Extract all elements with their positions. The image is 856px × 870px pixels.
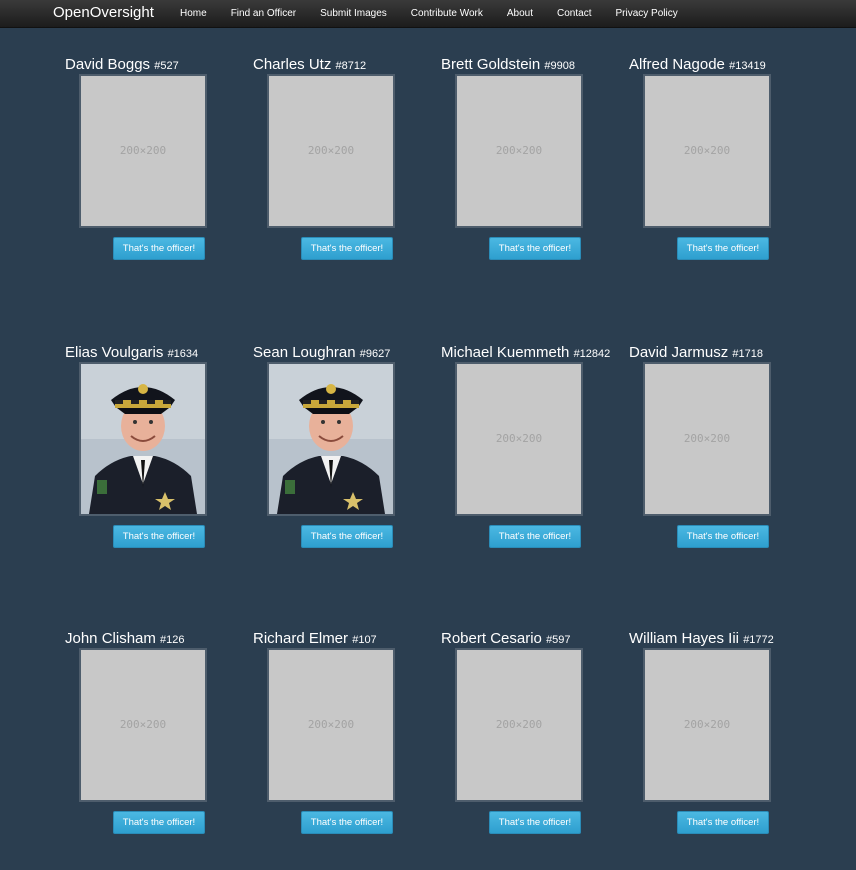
officer-name-text: David Boggs [65,56,151,73]
officer-photo: 200×200 [643,74,771,228]
thats-the-officer-button[interactable]: That's the officer! [301,811,393,834]
officer-photo [79,362,207,516]
officer-card: Richard Elmer #107 200×200 That's the offi… [253,630,433,870]
photo-placeholder-label: 200×200 [307,144,355,157]
officer-star-number: #1772 [743,634,774,646]
officer-name-text: Alfred Nagode [629,56,725,73]
thats-the-officer-button[interactable]: That's the officer! [489,811,581,834]
officer-card: Robert Cesario #597 200×200 That's the off… [441,630,621,870]
officer-name-text: Michael Kuemmeth [441,344,570,361]
photo-placeholder-label: 200×200 [119,718,167,731]
photo-placeholder-label: 200×200 [683,144,731,157]
thats-the-officer-button[interactable]: That's the officer! [489,237,581,260]
officer-photo: 200×200 [79,74,207,228]
officer-name: Richard Elmer #107 [253,630,377,649]
officer-card: David Jarmusz #1718 200×200 That's the off… [629,344,809,584]
officer-name-text: Robert Cesario [441,630,542,647]
thats-the-officer-button[interactable]: That's the officer! [113,237,205,260]
officer-name: Sean Loughran #9627 [253,344,390,363]
thats-the-officer-button[interactable]: That's the officer! [677,237,769,260]
officer-card: Michael Kuemmeth #12842 200×200 That's the… [441,344,621,584]
thats-the-officer-button[interactable]: That's the officer! [301,237,393,260]
officer-photo: 200×200 [643,362,771,516]
officer-name: David Jarmusz #1718 [629,344,763,363]
officer-card: John Clisham #126 200×200 That's the offic… [65,630,245,870]
officer-photo: 200×200 [643,648,771,802]
officer-star-number: #8712 [335,60,367,72]
officer-star-number: #13419 [729,60,766,72]
officer-name-text: John Clisham [65,630,156,647]
officer-photo [267,362,395,516]
officer-name: William Hayes Iii #1772 [629,630,774,649]
officer-star-number: #527 [154,60,179,72]
officer-name: Brett Goldstein #9908 [441,56,575,75]
officer-name: John Clisham #126 [65,630,185,649]
thats-the-officer-button[interactable]: That's the officer! [113,811,205,834]
officer-card: David Boggs #527 200×200 That's the office… [65,56,245,296]
photo-placeholder-label: 200×200 [495,718,543,731]
officer-star-number: #12842 [573,348,611,360]
thats-the-officer-button[interactable]: That's the officer! [489,525,581,548]
officer-card: Alfred Nagode #13419 200×200 That's the of… [629,56,809,296]
officer-photo-image [269,364,393,514]
photo-placeholder-label: 200×200 [307,718,355,731]
photo-placeholder-label: 200×200 [495,432,543,445]
officer-name: Elias Voulgaris #1634 [65,344,198,363]
officer-card: Sean Loughran #9627 That's the officer! [253,344,433,584]
officer-card: Brett Goldstein #9908 200×200 That's the o… [441,56,621,296]
thats-the-officer-button[interactable]: That's the officer! [113,525,205,548]
officer-name-text: David Jarmusz [629,344,729,361]
officer-name-text: Elias Voulgaris [65,344,164,361]
officer-name: Charles Utz #8712 [253,56,366,75]
thats-the-officer-button[interactable]: That's the officer! [677,525,769,548]
officer-photo: 200×200 [455,648,583,802]
officer-name-text: William Hayes Iii [629,630,740,647]
officer-star-number: #1718 [732,348,763,360]
officer-card: William Hayes Iii #1772 200×200 That's the… [629,630,809,870]
officer-photo: 200×200 [267,648,395,802]
photo-placeholder-label: 200×200 [683,718,731,731]
officer-name: David Boggs #527 [65,56,179,75]
officer-name-text: Brett Goldstein [441,56,541,73]
photo-placeholder-label: 200×200 [495,144,543,157]
photo-placeholder-label: 200×200 [119,144,167,157]
officer-photo-image [81,364,205,514]
officer-grid: David Boggs #527 200×200 That's the office… [0,0,856,834]
officer-name: Robert Cesario #597 [441,630,571,649]
officer-name: Michael Kuemmeth #12842 [441,344,610,363]
officer-photo: 200×200 [455,362,583,516]
photo-placeholder-label: 200×200 [683,432,731,445]
officer-star-number: #107 [352,634,377,646]
officer-photo: 200×200 [267,74,395,228]
officer-star-number: #597 [546,634,571,646]
officer-name-text: Sean Loughran [253,344,356,361]
officer-card: Charles Utz #8712 200×200 That's the offic… [253,56,433,296]
officer-name: Alfred Nagode #13419 [629,56,766,75]
officer-star-number: #126 [160,634,185,646]
thats-the-officer-button[interactable]: That's the officer! [301,525,393,548]
officer-name-text: Richard Elmer [253,630,349,647]
officer-name-text: Charles Utz [253,56,332,73]
officer-star-number: #1634 [167,348,199,360]
thats-the-officer-button[interactable]: That's the officer! [677,811,769,834]
officer-photo: 200×200 [79,648,207,802]
officer-star-number: #9908 [544,60,575,72]
officer-star-number: #9627 [359,348,391,360]
officer-photo: 200×200 [455,74,583,228]
officer-card: Elias Voulgaris #1634 That's the officer! [65,344,245,584]
